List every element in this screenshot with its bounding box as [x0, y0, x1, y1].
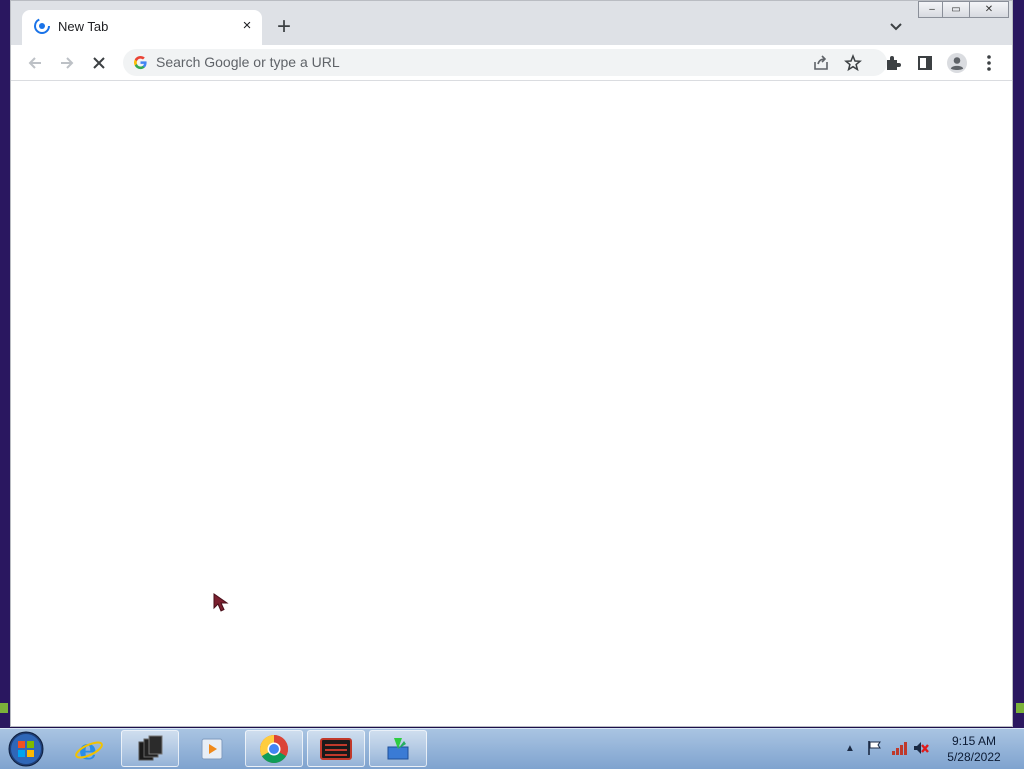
- show-hidden-icons[interactable]: ▲: [845, 743, 855, 754]
- taskbar-internet-explorer[interactable]: e: [60, 730, 118, 767]
- network-icon[interactable]: [891, 739, 909, 757]
- taskbar-terminal[interactable]: [307, 730, 365, 767]
- menu-button[interactable]: [975, 49, 1003, 77]
- new-tab-button[interactable]: +: [270, 14, 298, 42]
- stop-loading-icon: [93, 57, 105, 69]
- tab-title: New Tab: [58, 19, 109, 34]
- browser-window: New Tab × + – ▭ ✕ Search Google or type …: [10, 0, 1013, 727]
- extensions-button[interactable]: [879, 49, 907, 77]
- side-panel-button[interactable]: [911, 49, 939, 77]
- tab-search-chevron-icon[interactable]: [885, 15, 907, 37]
- tab-strip: New Tab × + – ▭ ✕: [11, 1, 1012, 45]
- volume-muted-icon[interactable]: [912, 739, 930, 757]
- taskbar-chrome[interactable]: [245, 730, 303, 767]
- back-button[interactable]: [21, 49, 49, 77]
- taskbar-installer[interactable]: [369, 730, 427, 767]
- terminal-icon: [320, 737, 352, 760]
- chrome-icon: [260, 734, 288, 763]
- back-icon: [28, 57, 41, 69]
- page-content[interactable]: [11, 81, 1012, 726]
- bookmark-button[interactable]: [839, 49, 867, 77]
- chromium-icon: [34, 18, 50, 34]
- extensions-icon: [887, 56, 901, 70]
- internet-explorer-icon: e: [75, 734, 103, 764]
- desktop-left-edge: [0, 0, 10, 728]
- side-panel-icon: [918, 56, 932, 70]
- taskbar: e ▲ 9:15 AM 5/28/2022: [0, 728, 1024, 769]
- toolbar: Search Google or type a URL: [11, 45, 1012, 81]
- google-g-icon: [134, 56, 147, 70]
- profile-icon: [947, 53, 967, 73]
- share-icon: [814, 55, 828, 70]
- close-button[interactable]: ✕: [969, 1, 1009, 18]
- window-stack-icon: [138, 735, 163, 760]
- tab-close-icon[interactable]: ×: [237, 16, 257, 36]
- action-center-flag-icon[interactable]: [866, 739, 884, 757]
- mouse-cursor-icon: [213, 593, 229, 612]
- omnibox-placeholder: Search Google or type a URL: [156, 54, 340, 70]
- bookmark-star-icon: [844, 54, 862, 72]
- clock-time: 9:15 AM: [951, 734, 997, 748]
- maximize-button[interactable]: ▭: [942, 1, 970, 18]
- omnibox[interactable]: Search Google or type a URL: [123, 49, 887, 76]
- share-button[interactable]: [807, 49, 835, 77]
- taskbar-window-stack[interactable]: [121, 730, 179, 767]
- tab-new-tab[interactable]: New Tab ×: [22, 10, 262, 45]
- media-player-icon: [201, 738, 223, 759]
- taskbar-media-player[interactable]: [183, 730, 241, 767]
- desktop-right-edge: [1012, 0, 1024, 728]
- profile-button[interactable]: [943, 49, 971, 77]
- menu-icon: [987, 55, 991, 71]
- forward-button[interactable]: [53, 49, 81, 77]
- desktop-icon-fragment: [1016, 703, 1024, 713]
- system-clock[interactable]: 9:15 AM 5/28/2022: [940, 733, 1008, 765]
- start-button[interactable]: [6, 730, 46, 768]
- installer-icon: [387, 737, 409, 759]
- stop-loading-button[interactable]: [85, 49, 113, 77]
- desktop-icon-fragment: [0, 703, 8, 713]
- forward-icon: [61, 57, 74, 69]
- clock-date: 5/28/2022: [947, 750, 1001, 764]
